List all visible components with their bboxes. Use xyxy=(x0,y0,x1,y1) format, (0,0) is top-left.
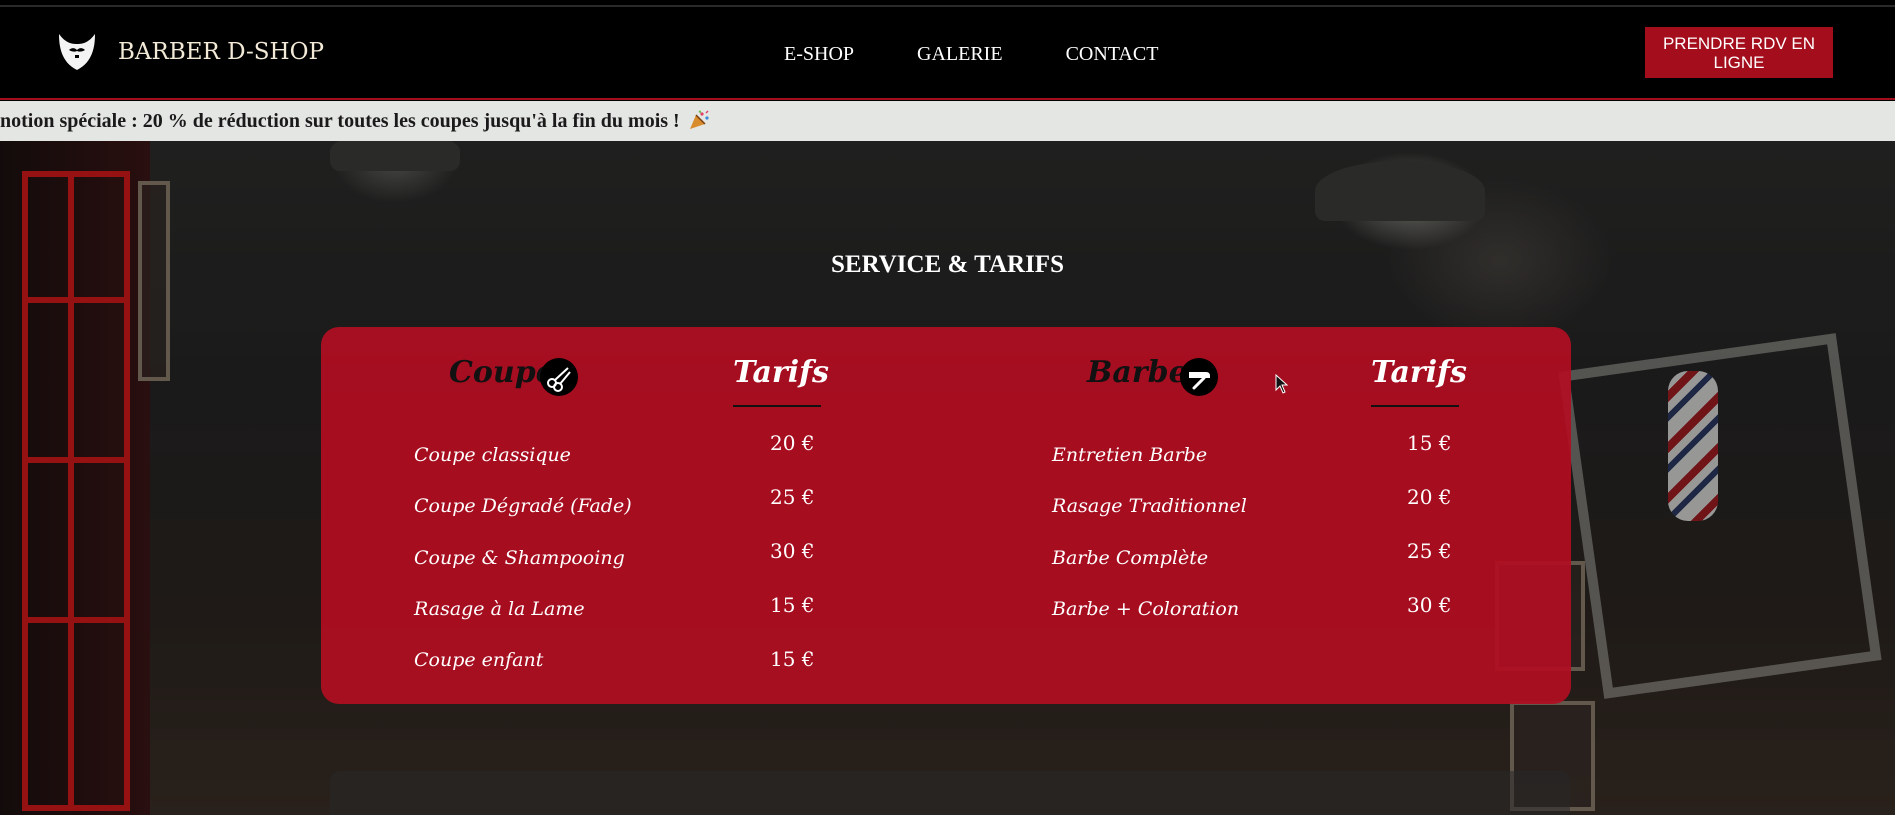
service-price: 15 € xyxy=(1407,431,1452,455)
service-price: 30 € xyxy=(770,539,815,563)
book-appointment-button[interactable]: PRENDRE RDV EN LIGNE xyxy=(1645,27,1833,78)
service-name: Coupe classique xyxy=(414,444,571,466)
coupe-price-underline xyxy=(733,405,821,407)
razor-icon xyxy=(1180,358,1218,396)
service-name: Rasage Traditionnel xyxy=(1052,495,1247,517)
main-nav: E-SHOP GALERIE CONTACT xyxy=(784,43,1221,66)
top-border xyxy=(0,0,1895,7)
services-section: SERVICE & TARIFS Coupe Tarifs Coupe clas… xyxy=(0,141,1895,815)
nav-eshop[interactable]: E-SHOP xyxy=(784,43,854,66)
service-price: 30 € xyxy=(1407,593,1452,617)
barbe-heading: Barbe xyxy=(1087,355,1188,390)
service-price: 20 € xyxy=(1407,485,1452,509)
price-card: Coupe Tarifs Coupe classique 20 € Coupe … xyxy=(321,327,1571,704)
service-name: Entretien Barbe xyxy=(1052,444,1208,466)
service-price: 15 € xyxy=(770,647,815,671)
service-name: Coupe enfant xyxy=(414,649,544,671)
next-section-peek xyxy=(330,771,1570,815)
party-popper-icon xyxy=(689,110,709,129)
service-price: 25 € xyxy=(770,485,815,509)
nav-contact[interactable]: CONTACT xyxy=(1066,43,1159,66)
barbe-price-heading: Tarifs xyxy=(1371,355,1467,390)
service-name: Coupe & Shampooing xyxy=(414,547,625,569)
section-title: SERVICE & TARIFS xyxy=(831,251,1064,278)
promo-banner: notion spéciale : 20 % de réduction sur … xyxy=(0,101,1895,141)
service-name: Rasage à la Lame xyxy=(414,598,585,620)
promo-text: notion spéciale : 20 % de réduction sur … xyxy=(0,110,680,132)
site-header: BARBER D-SHOP E-SHOP GALERIE CONTACT PRE… xyxy=(0,7,1895,100)
service-price: 25 € xyxy=(1407,539,1452,563)
nav-galerie[interactable]: GALERIE xyxy=(917,43,1003,66)
coupe-heading: Coupe xyxy=(449,355,555,390)
service-price: 20 € xyxy=(770,431,815,455)
logo-text: BARBER D-SHOP xyxy=(118,39,324,65)
mouse-cursor-icon xyxy=(1275,374,1289,394)
beard-logo-icon xyxy=(59,34,95,70)
service-name: Barbe + Coloration xyxy=(1052,598,1240,620)
service-name: Barbe Complète xyxy=(1052,547,1209,569)
service-name: Coupe Dégradé (Fade) xyxy=(414,495,632,517)
scissors-icon xyxy=(540,358,578,396)
logo[interactable]: BARBER D-SHOP xyxy=(56,32,324,72)
service-price: 15 € xyxy=(770,593,815,617)
barbe-price-underline xyxy=(1371,405,1459,407)
promo-text-wrap: notion spéciale : 20 % de réduction sur … xyxy=(0,110,710,133)
coupe-price-heading: Tarifs xyxy=(733,355,829,390)
